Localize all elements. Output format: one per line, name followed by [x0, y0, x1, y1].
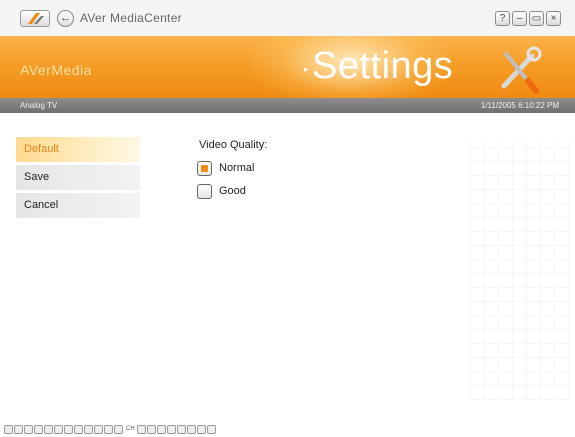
good-label: Good — [219, 185, 246, 197]
title-bar: ← AVer MediaCenter ? – ▭ × — [0, 0, 575, 36]
video-quality-label: Video Quality: — [199, 139, 268, 151]
bottom-button[interactable] — [44, 424, 53, 434]
bottom-button[interactable] — [34, 424, 43, 434]
back-arrow-icon: ← — [60, 12, 71, 24]
menu-item-save[interactable]: Save — [16, 165, 140, 190]
bottom-button[interactable] — [166, 424, 176, 434]
good-checkbox[interactable] — [197, 184, 212, 199]
back-button[interactable]: ← — [57, 10, 74, 27]
bottom-button[interactable] — [4, 424, 13, 434]
bottom-button[interactable] — [114, 424, 123, 434]
play-logo-icon — [28, 13, 44, 24]
tools-icon — [501, 46, 542, 94]
bottom-button[interactable] — [104, 424, 113, 434]
bottom-button[interactable] — [14, 424, 23, 434]
bottom-button[interactable] — [206, 424, 216, 434]
bottom-button[interactable] — [186, 424, 196, 434]
bottom-button[interactable] — [64, 424, 73, 434]
bottom-button[interactable] — [156, 424, 166, 434]
bottom-button[interactable] — [84, 424, 93, 434]
bottom-control-bar: CH — [4, 423, 217, 435]
brand-label: AVerMedia — [20, 62, 92, 78]
help-button[interactable]: ? — [495, 11, 510, 26]
background-pattern — [470, 140, 570, 400]
restore-button[interactable]: ▭ — [529, 11, 544, 26]
bottom-button[interactable] — [94, 424, 103, 434]
channel-label: CH — [126, 426, 135, 432]
minimize-button[interactable]: – — [512, 11, 527, 26]
section-arrow-icon: ▸ — [304, 64, 309, 74]
source-label: Analog TV — [20, 101, 58, 110]
bottom-button[interactable] — [146, 424, 156, 434]
bottom-button[interactable] — [136, 424, 146, 434]
menu-item-default[interactable]: Default — [16, 137, 140, 162]
bottom-button[interactable] — [74, 424, 83, 434]
app-logo-button[interactable] — [20, 10, 50, 27]
menu-item-cancel[interactable]: Cancel — [16, 193, 140, 218]
bottom-button[interactable] — [176, 424, 186, 434]
normal-label: Normal — [219, 162, 255, 174]
bottom-button[interactable] — [54, 424, 63, 434]
close-button[interactable]: × — [546, 11, 561, 26]
bottom-button[interactable] — [24, 424, 33, 434]
bottom-button[interactable] — [196, 424, 206, 434]
datetime-label: 1/11/2005 6:10:22 PM — [480, 101, 559, 110]
normal-checkbox[interactable] — [197, 161, 212, 176]
page-title: Settings — [312, 45, 454, 87]
app-title: AVer MediaCenter — [80, 11, 182, 25]
